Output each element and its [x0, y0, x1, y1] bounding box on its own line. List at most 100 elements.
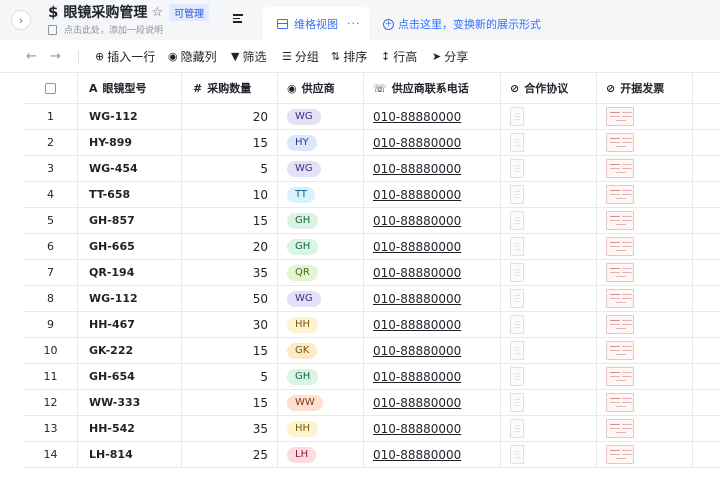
model-cell[interactable]: QR-194 — [78, 260, 182, 285]
row-index[interactable]: 13 — [24, 416, 78, 441]
agreement-file-thumbnail[interactable] — [510, 107, 524, 126]
column-header-phone[interactable]: ☏ 供应商联系电话 — [364, 73, 501, 103]
quantity-cell[interactable]: 15 — [182, 390, 278, 415]
invoice-image-thumbnail[interactable] — [606, 211, 634, 230]
model-cell[interactable]: GH-857 — [78, 208, 182, 233]
phone-link[interactable]: 010-88880000 — [373, 214, 461, 228]
agreement-cell[interactable] — [501, 364, 597, 389]
phone-cell[interactable]: 010-88880000 — [364, 208, 501, 233]
quantity-cell[interactable]: 50 — [182, 286, 278, 311]
phone-link[interactable]: 010-88880000 — [373, 370, 461, 384]
phone-cell[interactable]: 010-88880000 — [364, 156, 501, 181]
phone-link[interactable]: 010-88880000 — [373, 396, 461, 410]
supplier-cell[interactable]: QR — [278, 260, 364, 285]
phone-link[interactable]: 010-88880000 — [373, 188, 461, 202]
invoice-cell[interactable] — [597, 156, 693, 181]
more-options-icon[interactable]: ··· — [347, 17, 361, 30]
quantity-cell[interactable]: 15 — [182, 130, 278, 155]
model-cell[interactable]: WG-454 — [78, 156, 182, 181]
agreement-file-thumbnail[interactable] — [510, 289, 524, 308]
agreement-cell[interactable] — [501, 442, 597, 467]
invoice-cell[interactable] — [597, 234, 693, 259]
view-list-icon[interactable] — [233, 14, 243, 23]
agreement-file-thumbnail[interactable] — [510, 367, 524, 386]
row-index[interactable]: 2 — [24, 130, 78, 155]
add-view-button[interactable]: + 点击这里，变换新的展示形式 — [383, 16, 541, 32]
column-header-quantity[interactable]: # 采购数量 — [182, 73, 278, 103]
column-header-invoice[interactable]: ⊘ 开据发票 — [597, 73, 693, 103]
table-row[interactable]: 5 GH-857 15 GH 010-88880000 — [24, 208, 720, 234]
supplier-cell[interactable]: GH — [278, 208, 364, 233]
row-index[interactable]: 14 — [24, 442, 78, 467]
phone-cell[interactable]: 010-88880000 — [364, 104, 501, 129]
table-row[interactable]: 6 GH-665 20 GH 010-88880000 — [24, 234, 720, 260]
quantity-cell[interactable]: 10 — [182, 182, 278, 207]
invoice-cell[interactable] — [597, 104, 693, 129]
row-height-button[interactable]: ↕ 行高 — [381, 48, 417, 64]
supplier-cell[interactable]: WG — [278, 104, 364, 129]
agreement-cell[interactable] — [501, 234, 597, 259]
select-all-checkbox[interactable] — [45, 82, 56, 94]
row-index[interactable]: 11 — [24, 364, 78, 389]
agreement-file-thumbnail[interactable] — [510, 211, 524, 230]
table-row[interactable]: 1 WG-112 20 WG 010-88880000 — [24, 104, 720, 130]
row-index[interactable]: 9 — [24, 312, 78, 337]
share-button[interactable]: ➤ 分享 — [432, 48, 468, 64]
phone-cell[interactable]: 010-88880000 — [364, 260, 501, 285]
invoice-image-thumbnail[interactable] — [606, 263, 634, 282]
invoice-image-thumbnail[interactable] — [606, 419, 634, 438]
agreement-cell[interactable] — [501, 286, 597, 311]
agreement-cell[interactable] — [501, 416, 597, 441]
invoice-image-thumbnail[interactable] — [606, 315, 634, 334]
invoice-image-thumbnail[interactable] — [606, 237, 634, 256]
table-row[interactable]: 11 GH-654 5 GH 010-88880000 — [24, 364, 720, 390]
invoice-image-thumbnail[interactable] — [606, 367, 634, 386]
row-index[interactable]: 3 — [24, 156, 78, 181]
invoice-cell[interactable] — [597, 416, 693, 441]
model-cell[interactable]: GK-222 — [78, 338, 182, 363]
invoice-cell[interactable] — [597, 312, 693, 337]
invoice-image-thumbnail[interactable] — [606, 133, 634, 152]
phone-link[interactable]: 010-88880000 — [373, 422, 461, 436]
agreement-file-thumbnail[interactable] — [510, 393, 524, 412]
agreement-file-thumbnail[interactable] — [510, 133, 524, 152]
agreement-file-thumbnail[interactable] — [510, 315, 524, 334]
insert-row-button[interactable]: ⊕ 插入一行 — [95, 48, 155, 64]
phone-cell[interactable]: 010-88880000 — [364, 390, 501, 415]
phone-link[interactable]: 010-88880000 — [373, 136, 461, 150]
invoice-image-thumbnail[interactable] — [606, 393, 634, 412]
invoice-cell[interactable] — [597, 130, 693, 155]
phone-cell[interactable]: 010-88880000 — [364, 364, 501, 389]
agreement-cell[interactable] — [501, 312, 597, 337]
model-cell[interactable]: GH-654 — [78, 364, 182, 389]
supplier-cell[interactable]: WG — [278, 286, 364, 311]
sheet-title[interactable]: 眼镜采购管理 — [63, 2, 147, 22]
row-index[interactable]: 4 — [24, 182, 78, 207]
agreement-cell[interactable] — [501, 260, 597, 285]
agreement-cell[interactable] — [501, 390, 597, 415]
invoice-cell[interactable] — [597, 364, 693, 389]
phone-link[interactable]: 010-88880000 — [373, 110, 461, 124]
quantity-cell[interactable]: 15 — [182, 208, 278, 233]
row-index[interactable]: 10 — [24, 338, 78, 363]
model-cell[interactable]: GH-665 — [78, 234, 182, 259]
agreement-cell[interactable] — [501, 338, 597, 363]
expand-sidebar-button[interactable]: › — [11, 10, 31, 30]
table-row[interactable]: 3 WG-454 5 WG 010-88880000 — [24, 156, 720, 182]
agreement-cell[interactable] — [501, 208, 597, 233]
phone-cell[interactable]: 010-88880000 — [364, 130, 501, 155]
agreement-file-thumbnail[interactable] — [510, 419, 524, 438]
quantity-cell[interactable]: 25 — [182, 442, 278, 467]
table-row[interactable]: 14 LH-814 25 LH 010-88880000 — [24, 442, 720, 468]
table-row[interactable]: 13 HH-542 35 HH 010-88880000 — [24, 416, 720, 442]
supplier-cell[interactable]: HH — [278, 416, 364, 441]
model-cell[interactable]: TT-658 — [78, 182, 182, 207]
agreement-cell[interactable] — [501, 156, 597, 181]
phone-cell[interactable]: 010-88880000 — [364, 416, 501, 441]
phone-link[interactable]: 010-88880000 — [373, 448, 461, 462]
invoice-image-thumbnail[interactable] — [606, 107, 634, 126]
filter-button[interactable]: ▼ 筛选 — [231, 48, 266, 64]
column-header-supplier[interactable]: ◉ 供应商 — [278, 73, 364, 103]
quantity-cell[interactable]: 20 — [182, 104, 278, 129]
invoice-cell[interactable] — [597, 442, 693, 467]
